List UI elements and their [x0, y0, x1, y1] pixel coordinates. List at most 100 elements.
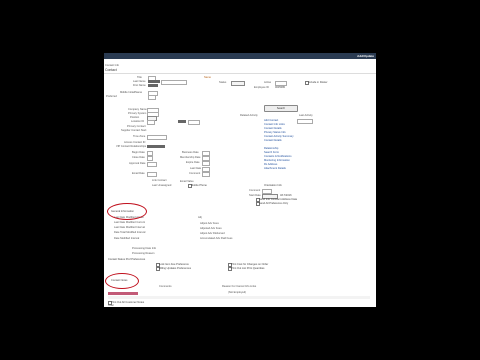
related-activity-label: Related Activity [240, 114, 258, 117]
last-name-extra[interactable] [161, 80, 187, 85]
last-date-label: Last Date [190, 167, 202, 170]
include-roster-label: Include in Roster [308, 81, 328, 84]
location-extra[interactable] [188, 120, 200, 125]
link-contact-details-2[interactable]: Contact Details [264, 139, 282, 142]
annotation-circle-notes [105, 273, 139, 289]
first-name-input[interactable] [148, 84, 158, 87]
last-activity-label: Last Activity [299, 114, 313, 117]
field-first-name-label: First Name [133, 84, 146, 87]
footer-total: Total [108, 304, 114, 307]
field-title-label: Title [137, 76, 142, 79]
gen-right-adj: Adj [198, 216, 202, 219]
expire-date-input[interactable] [202, 161, 210, 166]
location-id-input[interactable] [147, 120, 155, 125]
not-employed-label: (Not Employed) [228, 291, 247, 294]
field-preferred-label: Preferred [106, 95, 117, 98]
comment-label: Comment [189, 172, 201, 175]
field-last-name-label: Last Name [133, 80, 146, 83]
app-title: Add/Update [357, 54, 374, 58]
field-middle-label: Middle Initial/Name [120, 91, 143, 94]
business-date-label: Business Date [182, 151, 199, 154]
last-name-input[interactable] [148, 80, 160, 83]
gen-right-4: Accumulated Adv Paid Fees [200, 237, 233, 240]
gen-right-1: Adjust Adv Fees [200, 222, 219, 225]
print-cost-label: Print Cost for Changes on Order [231, 263, 269, 266]
print-notes-label: Print Out All Customer Notes [111, 301, 145, 304]
lock-fee-label: Lock Item Fee Preference [159, 263, 189, 266]
location-code [178, 120, 186, 123]
link-contact-details[interactable]: Contact Details [264, 127, 282, 130]
approval-date-label: Approval Date [129, 162, 146, 165]
top-bar: Add/Update [104, 53, 376, 59]
breadcrumb[interactable]: Contact Info [105, 64, 119, 67]
gen-field-3-label: Last Date Modified Interval [114, 226, 145, 229]
time-zone-input[interactable] [147, 135, 167, 140]
email-date-input[interactable] [147, 172, 157, 177]
vip-relationships-label: VIP Contact Relationships [116, 145, 147, 148]
time-zone-label: Time Zone [133, 135, 146, 138]
link-add-contact[interactable]: Add Contact [264, 119, 278, 122]
billing-updates-label: Billing Updates Preferences [159, 267, 192, 270]
primary-system-label: Primary System [128, 112, 147, 115]
company-name-label: Company Name [128, 108, 147, 111]
notes-row [108, 296, 370, 299]
page-title: Contact [105, 68, 117, 72]
form-page: Add/Update Contact Info Contact Name Sta… [104, 53, 376, 307]
name-label: Name [204, 76, 211, 79]
start-date-value: 3/17/2016 [280, 194, 292, 197]
status-value: Active [264, 81, 272, 84]
link-attachment[interactable]: Attachment Details [264, 167, 286, 170]
primary-contact-label: Primary Contact [127, 125, 146, 128]
send-contract-label: Send Info Contract Address Data [259, 198, 297, 201]
orientation-title: Orientation Info [264, 184, 282, 187]
start-date-label: Start Date [249, 194, 261, 197]
gen-right-3: Adjust Adv Disbursed [200, 232, 225, 235]
search-button[interactable]: Search [264, 105, 298, 112]
status-label: Status [219, 81, 227, 84]
supplier-start-label: Supplier Contact Start [121, 129, 147, 132]
employee-id-value: 0035080 [275, 86, 286, 89]
print-list-label: Print Out List Print Quantities [231, 267, 265, 270]
orientation-comment-label: Comment [249, 189, 261, 192]
processing-date-label: Processing Date Info [132, 247, 157, 250]
cancel-reason-label: Reason For Cancel Info Links [222, 285, 257, 288]
status-select[interactable] [231, 81, 245, 86]
position-label: Position [130, 116, 140, 119]
link-rx-address[interactable]: Rx Address [264, 163, 277, 166]
comment-input[interactable] [202, 172, 210, 177]
last-unassigned-label: Last Unassigned [152, 184, 172, 187]
last-activity-input[interactable] [297, 119, 313, 124]
location-id-label: Location ID [131, 120, 145, 123]
approval-date-input[interactable] [147, 162, 157, 167]
close-date-label: Close Date [132, 156, 145, 159]
email-date-label: Email Date [132, 172, 145, 175]
send-preference-label: Send All Preference-Only [259, 202, 289, 205]
vip-input[interactable] [147, 145, 165, 148]
link-notifications[interactable]: Contacts & Notifications [264, 155, 292, 158]
comments-label: Comments [159, 285, 172, 288]
link-privacy-status[interactable]: Privacy Status Info [264, 131, 286, 134]
processing-reason-label: Processing Reason [132, 252, 155, 255]
expire-date-label: Expire Date [186, 161, 200, 164]
begin-date-label: Begin Date [132, 151, 145, 154]
annotation-circle-general [107, 203, 147, 220]
employee-id-label: Employee ID [254, 86, 269, 89]
gen-right-2: Adjusted Adv Fees [200, 227, 222, 230]
close-date-input[interactable] [147, 156, 153, 161]
contact-prefs-label[interactable]: Contact Status Pref Preferences [108, 258, 145, 261]
access-contact-label: Access Contact ID [124, 141, 146, 144]
link-activity-summary[interactable]: Contact Activity Summary [264, 135, 294, 138]
preferred-input[interactable] [148, 95, 156, 100]
gen-field-2-label: Last Date Modified Current [114, 221, 145, 224]
membership-date-label: Membership Date [180, 156, 201, 159]
link-relationship[interactable]: Relationship [264, 147, 278, 150]
link-search-form[interactable]: Search Form [264, 151, 279, 154]
mobile-phone-label: Mobile Phone [191, 184, 207, 187]
gen-field-5-label: Date Modified Interval [114, 237, 140, 240]
link-monitoring[interactable]: Monitoring Information [264, 159, 290, 162]
email-value-label: Email Value [180, 180, 194, 183]
link-contact-label: Link Contact [152, 179, 167, 182]
gen-field-4-label: Date Total Modified Interval [114, 231, 146, 234]
notes-highlight [108, 292, 138, 295]
link-contact-info[interactable]: Contact Info Links [264, 123, 285, 126]
